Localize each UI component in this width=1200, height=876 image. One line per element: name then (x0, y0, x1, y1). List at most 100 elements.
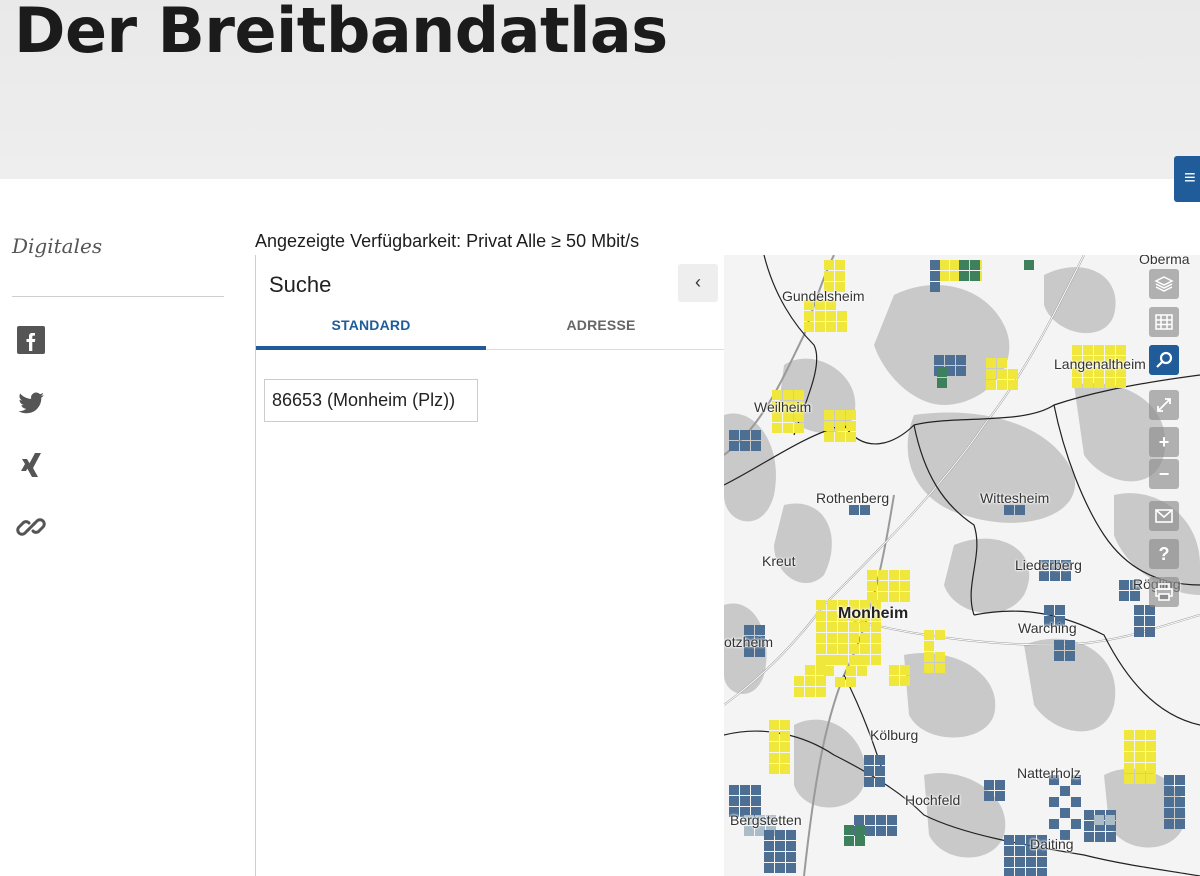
coverage-cell (775, 863, 785, 873)
search-input[interactable]: 86653 (Monheim (Plz)) (264, 379, 478, 422)
coverage-cell (935, 652, 945, 662)
coverage-cell (867, 570, 877, 580)
place-kreut: Kreut (762, 553, 796, 569)
coverage-cell (764, 830, 774, 840)
coverage-cell (1175, 775, 1185, 785)
coverage-cell (827, 633, 837, 643)
coverage-cell (835, 432, 845, 442)
coverage-cell (997, 358, 1007, 368)
coverage-cell (1106, 832, 1116, 842)
coverage-cell (930, 271, 940, 281)
link-icon[interactable] (16, 512, 48, 544)
coverage-cell (729, 441, 739, 451)
tab-standard[interactable]: STANDARD (256, 317, 486, 333)
coverage-cell (751, 785, 761, 795)
coverage-cell (864, 766, 874, 776)
help-icon[interactable]: ? (1149, 539, 1179, 569)
place-monheim: Monheim (838, 605, 909, 622)
place-liederberg: Liederberg (1015, 557, 1082, 573)
menu-button[interactable]: ≡ (1174, 156, 1200, 202)
coverage-cell (835, 271, 845, 281)
coverage-cell (775, 830, 785, 840)
coverage-cell (1044, 605, 1054, 615)
tab-adresse[interactable]: ADRESSE (486, 317, 716, 333)
xing-icon[interactable] (16, 450, 48, 482)
coverage-cell (935, 663, 945, 673)
coverage-cell (1105, 378, 1115, 388)
panel-title: Suche (269, 272, 332, 297)
coverage-cell (1004, 857, 1014, 867)
coverage-cell (837, 322, 847, 332)
coverage-cell (900, 592, 910, 602)
coverage-cell (1071, 797, 1081, 807)
layers-icon[interactable] (1149, 269, 1179, 299)
coverage-cell (900, 665, 910, 675)
coverage-cell (844, 825, 854, 835)
coverage-cell (1145, 627, 1155, 637)
coverage-cell (854, 815, 864, 825)
coverage-cell (1094, 378, 1104, 388)
coverage-cell (939, 260, 949, 270)
coverage-cell (1124, 741, 1134, 751)
coverage-cell (986, 358, 996, 368)
place-natterholz: Natterholz (1017, 765, 1081, 781)
coverage-cell (794, 423, 804, 433)
coverage-cell (804, 311, 814, 321)
coverage-cell (945, 355, 955, 365)
coverage-cell (986, 380, 996, 390)
coverage-cell (794, 676, 804, 686)
coverage-cell (846, 677, 856, 687)
coverage-cell (865, 826, 875, 836)
coverage-cell (995, 791, 1005, 801)
coverage-cell (816, 644, 826, 654)
coverage-cell (1015, 857, 1025, 867)
coverage-cell (1015, 835, 1025, 845)
coverage-cell (867, 592, 877, 602)
place-weilheim: Weilheim (754, 399, 812, 415)
coverage-cell (835, 410, 845, 420)
print-icon[interactable] (1149, 577, 1179, 607)
coverage-cell (924, 641, 934, 651)
coverage-cell (1134, 627, 1144, 637)
coverage-cell (1146, 752, 1156, 762)
collapse-panel-button[interactable]: ‹ (678, 264, 718, 302)
coverage-cell (875, 766, 885, 776)
twitter-icon[interactable] (16, 388, 48, 420)
zoom-in-icon[interactable]: + (1149, 427, 1179, 457)
coverage-cell (816, 611, 826, 621)
fullscreen-icon[interactable] (1149, 390, 1179, 420)
coverage-cell (740, 430, 750, 440)
page-header: Der Breitbandatlas ≡ (0, 0, 1200, 202)
table-icon[interactable] (1149, 307, 1179, 337)
coverage-cell (937, 378, 947, 388)
section-label: Digitales (12, 234, 103, 258)
coverage-cell (889, 581, 899, 591)
map-view[interactable]: Gundelsheim Langenaltheim Weilheim Rothe… (724, 255, 1200, 876)
coverage-cell (1164, 797, 1174, 807)
coverage-cell (950, 260, 960, 270)
search-icon[interactable] (1149, 345, 1179, 375)
coverage-cell (835, 677, 845, 687)
coverage-cell (959, 260, 969, 270)
coverage-cell (1135, 730, 1145, 740)
coverage-cell (835, 421, 845, 431)
menu-icon: ≡ (1184, 167, 1196, 189)
coverage-cell (835, 655, 845, 665)
coverage-cell (772, 423, 782, 433)
coverage-cell (740, 785, 750, 795)
coverage-cell (780, 742, 790, 752)
coverage-cell (855, 825, 865, 835)
coverage-cell (780, 753, 790, 763)
facebook-icon[interactable] (16, 325, 48, 357)
coverage-cell (970, 260, 980, 270)
coverage-cell (1130, 591, 1140, 601)
coverage-cell (864, 755, 874, 765)
mail-icon[interactable] (1149, 501, 1179, 531)
coverage-cell (970, 271, 980, 281)
zoom-out-icon[interactable]: − (1149, 459, 1179, 489)
coverage-cell (1008, 369, 1018, 379)
coverage-cell (786, 852, 796, 862)
coverage-cell (860, 633, 870, 643)
place-otzheim: otzheim (724, 634, 774, 650)
coverage-cell (786, 830, 796, 840)
